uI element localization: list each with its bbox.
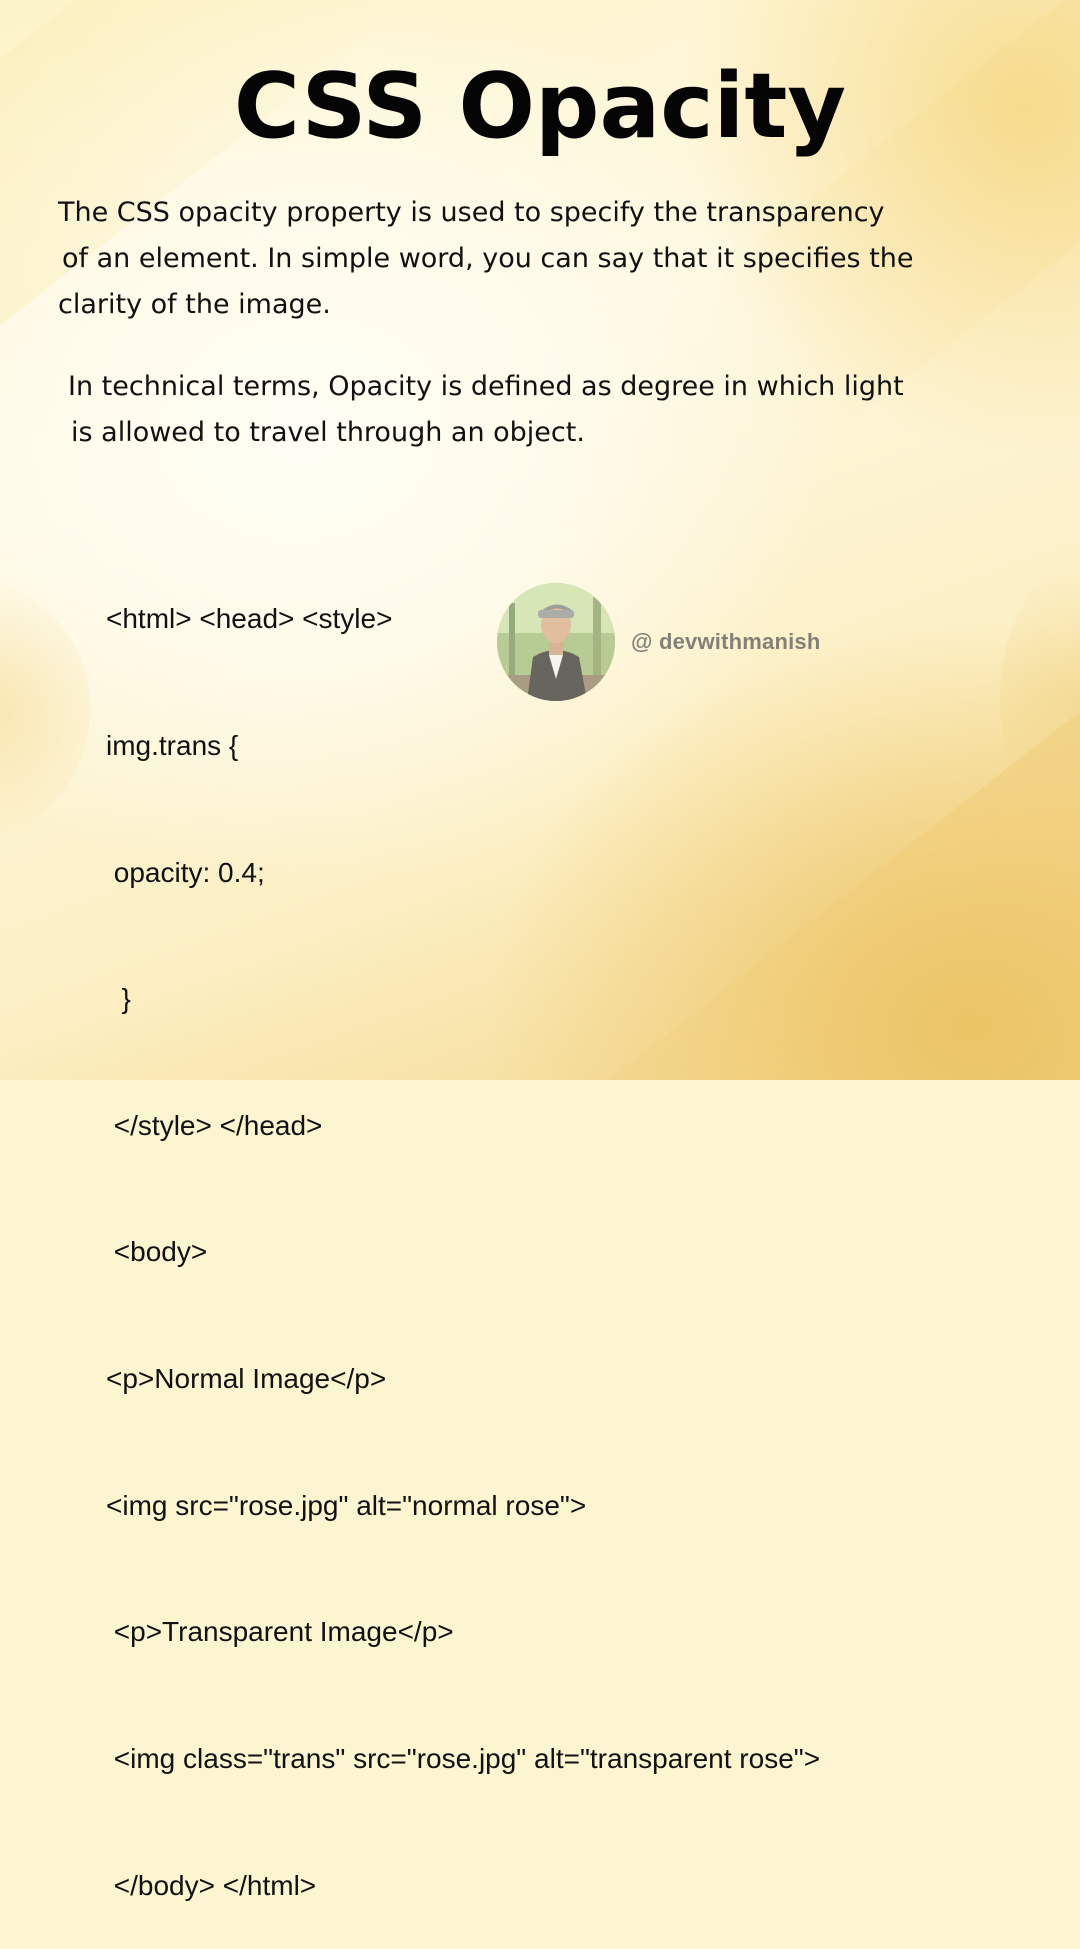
avatar-photo-icon <box>497 583 615 701</box>
paragraph-line: The CSS opacity property is used to spec… <box>58 197 885 228</box>
paragraph-line: of an element. In simple word, you can s… <box>62 243 914 274</box>
paragraph-line: In technical terms, Opacity is defined a… <box>68 371 904 402</box>
author-watermark: @ devwithmanish <box>497 583 820 701</box>
author-handle: @ devwithmanish <box>631 629 821 654</box>
code-line: </body> </html> <box>106 1869 317 1901</box>
paragraph-line: is allowed to travel through an object. <box>71 417 585 448</box>
code-line: <p>Normal Image</p> <box>106 1363 387 1395</box>
avatar <box>497 583 615 701</box>
code-line: } <box>106 983 131 1015</box>
code-line: img.trans { <box>106 730 239 762</box>
code-line: <img src="rose.jpg" alt="normal rose"> <box>106 1489 587 1521</box>
code-line: </style> </head> <box>106 1109 323 1141</box>
page-title: CSS Opacity <box>233 54 847 159</box>
background-blob <box>0 580 90 840</box>
code-line: <body> <box>106 1236 208 1268</box>
paragraph-line: clarity of the image. <box>58 289 331 320</box>
intro-paragraph: The CSS opacity property is used to spec… <box>58 190 914 328</box>
code-line: <img class="trans" src="rose.jpg" alt="t… <box>106 1742 821 1774</box>
code-line: <p>Transparent Image</p> <box>106 1616 454 1648</box>
code-example: <html> <head> <style> img.trans { opacit… <box>106 514 820 1949</box>
code-line: opacity: 0.4; <box>106 856 265 888</box>
definition-paragraph: In technical terms, Opacity is defined a… <box>68 364 904 456</box>
